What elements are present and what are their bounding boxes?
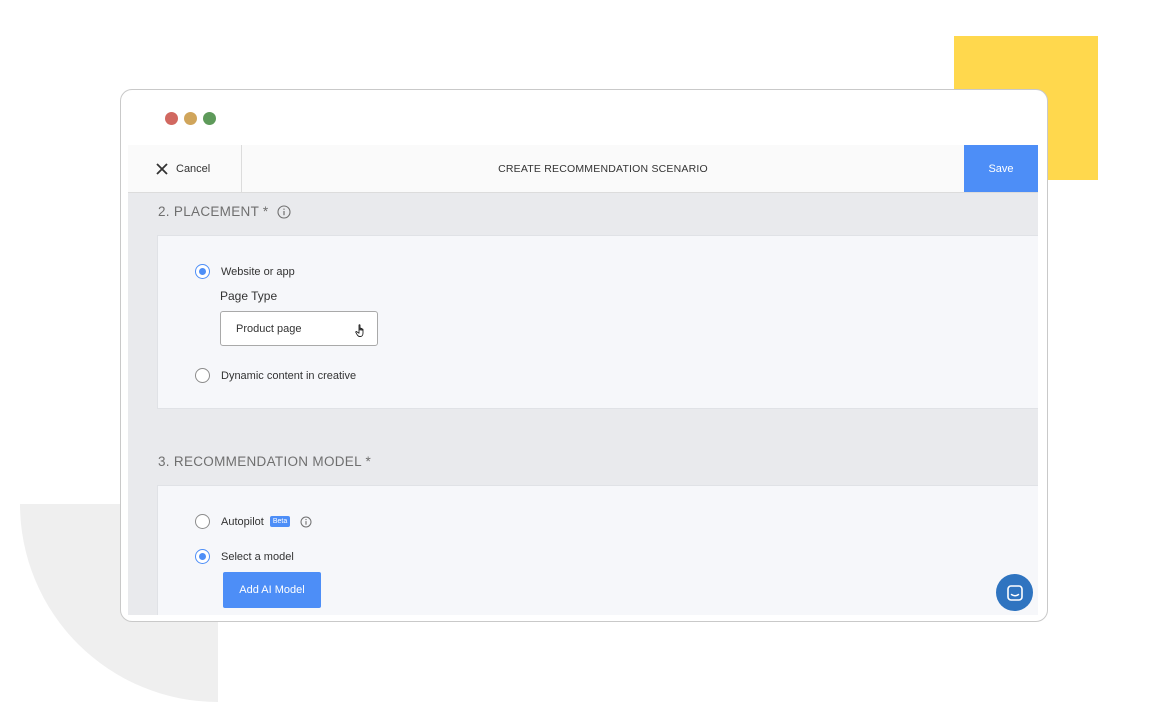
radio-website-or-app[interactable]: Website or app <box>195 264 295 279</box>
cancel-button[interactable]: Cancel <box>128 145 242 192</box>
radio-button-checked[interactable] <box>195 264 210 279</box>
radio-button-checked[interactable] <box>195 549 210 564</box>
add-ai-model-button[interactable]: Add AI Model <box>223 572 321 608</box>
placement-title-text: 2. PLACEMENT * <box>158 204 269 219</box>
autopilot-option-label: Autopilot <box>221 515 264 528</box>
chat-button[interactable] <box>996 574 1033 611</box>
page-title: CREATE RECOMMENDATION SCENARIO <box>498 162 708 175</box>
radio-button[interactable] <box>195 514 210 529</box>
radio-autopilot[interactable]: Autopilot Beta <box>195 514 312 529</box>
close-icon <box>156 162 168 175</box>
info-icon[interactable] <box>276 204 291 219</box>
top-bar: Cancel CREATE RECOMMENDATION SCENARIO Sa… <box>128 145 1038 193</box>
close-window-dot[interactable] <box>165 112 178 125</box>
select-model-option-label: Select a model <box>221 550 294 563</box>
radio-select-model[interactable]: Select a model <box>195 549 294 564</box>
browser-window: Cancel CREATE RECOMMENDATION SCENARIO Sa… <box>120 89 1048 622</box>
app-content: Cancel CREATE RECOMMENDATION SCENARIO Sa… <box>128 145 1038 615</box>
minimize-window-dot[interactable] <box>184 112 197 125</box>
dynamic-option-label: Dynamic content in creative <box>221 369 357 382</box>
beta-badge: Beta <box>269 516 291 527</box>
page-type-label: Page Type <box>220 289 278 303</box>
website-option-label: Website or app <box>221 265 295 278</box>
page-type-select[interactable]: Product page <box>220 311 378 346</box>
chat-icon <box>1006 584 1023 601</box>
radio-dynamic-content[interactable]: Dynamic content in creative <box>195 368 356 383</box>
cancel-label: Cancel <box>176 162 211 175</box>
placement-card: Website or app Page Type Product page Dy… <box>157 235 1038 409</box>
model-card: Autopilot Beta Select a model Add AI Mod… <box>157 485 1038 615</box>
info-icon[interactable] <box>300 516 312 528</box>
radio-button[interactable] <box>195 368 210 383</box>
model-section-title: 3. RECOMMENDATION MODEL * <box>158 454 371 469</box>
save-button[interactable]: Save <box>964 145 1038 192</box>
hand-cursor-icon <box>355 324 364 337</box>
placement-section-title: 2. PLACEMENT * <box>158 204 291 219</box>
page-type-value: Product page <box>236 322 302 335</box>
model-title-text: 3. RECOMMENDATION MODEL * <box>158 454 372 469</box>
window-controls <box>165 112 216 125</box>
maximize-window-dot[interactable] <box>203 112 216 125</box>
